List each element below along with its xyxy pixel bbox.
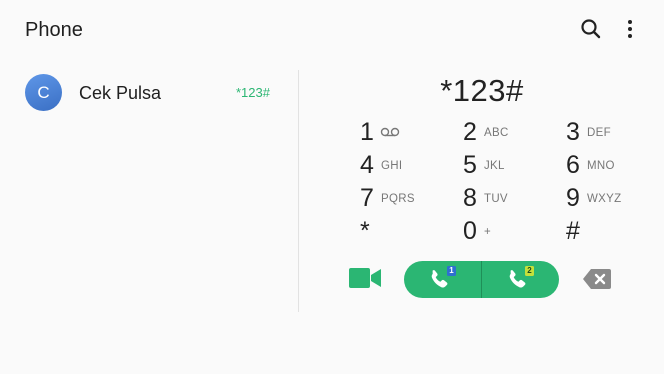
key-digit: * — [360, 217, 370, 245]
key-digit: 0 — [463, 217, 477, 245]
key-letters: TUV — [484, 193, 508, 205]
contact-suggestion[interactable]: C Cek Pulsa *123# — [16, 68, 286, 118]
video-call-button[interactable] — [348, 266, 382, 290]
key-letters: DEF — [587, 127, 611, 139]
backspace-icon — [583, 269, 611, 289]
voicemail-icon — [380, 127, 400, 137]
avatar: C — [25, 74, 62, 111]
key-1[interactable]: 1 — [360, 117, 450, 147]
key-digit: 9 — [566, 184, 580, 212]
call-sim2-button[interactable]: 2 — [482, 261, 559, 298]
search-button[interactable] — [578, 16, 604, 42]
key-2[interactable]: 2 ABC — [463, 117, 553, 147]
contact-name: Cek Pulsa — [79, 83, 162, 103]
key-8[interactable]: 8 TUV — [463, 183, 553, 213]
key-letters: ABC — [484, 127, 509, 139]
key-digit: 3 — [566, 118, 580, 146]
key-digit: 8 — [463, 184, 477, 212]
key-digit: # — [566, 217, 580, 245]
more-options-button[interactable] — [622, 16, 638, 42]
key-digit: 2 — [463, 118, 477, 146]
key-letters: GHI — [381, 160, 403, 172]
key-letters: PQRS — [381, 193, 415, 205]
phone-icon — [509, 270, 526, 288]
contact-number: *123# — [236, 85, 270, 100]
key-5[interactable]: 5 JKL — [463, 150, 553, 180]
key-letters: WXYZ — [587, 193, 622, 205]
key-digit: 7 — [360, 184, 374, 212]
app-title: Phone — [25, 19, 83, 41]
dialed-number-display[interactable]: *123# — [300, 72, 664, 110]
search-icon — [581, 19, 601, 39]
key-0[interactable]: 0 + — [463, 216, 553, 246]
pane-divider — [298, 70, 299, 312]
key-letters: + — [484, 226, 492, 238]
key-9[interactable]: 9 WXYZ — [566, 183, 656, 213]
key-7[interactable]: 7 PQRS — [360, 183, 450, 213]
phone-icon — [431, 270, 448, 288]
call-sim1-button[interactable]: 1 — [404, 261, 481, 298]
video-camera-icon — [349, 268, 381, 288]
key-letters: MNO — [587, 160, 615, 172]
key-4[interactable]: 4 GHI — [360, 150, 450, 180]
backspace-button[interactable] — [582, 268, 612, 290]
key-3[interactable]: 3 DEF — [566, 117, 656, 147]
key-digit: 1 — [360, 118, 374, 146]
key-hash[interactable]: # — [566, 216, 656, 246]
key-digit: 6 — [566, 151, 580, 179]
call-button-group: 1 2 — [404, 261, 559, 298]
key-digit: 4 — [360, 151, 374, 179]
key-digit: 5 — [463, 151, 477, 179]
key-6[interactable]: 6 MNO — [566, 150, 656, 180]
key-letters: JKL — [484, 160, 505, 172]
more-vert-icon — [628, 20, 632, 38]
sim1-badge: 1 — [447, 266, 456, 276]
sim2-badge: 2 — [525, 266, 534, 276]
key-star[interactable]: * — [360, 216, 450, 246]
